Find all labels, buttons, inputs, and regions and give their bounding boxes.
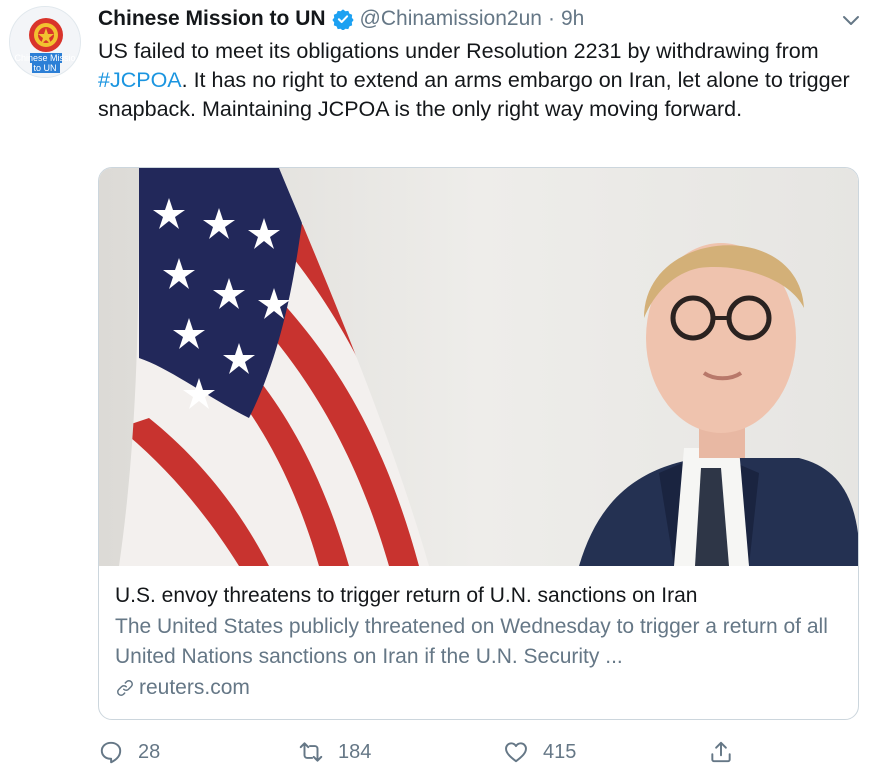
handle[interactable]: @Chinamission2un <box>360 7 542 31</box>
hashtag-link[interactable]: #JCPOA <box>98 68 182 92</box>
separator: · <box>547 7 555 30</box>
avatar-label-line2: to UN <box>33 63 57 73</box>
like-icon <box>505 742 527 763</box>
reply-icon <box>100 741 122 764</box>
avatar[interactable]: Chinese Missio to UN <box>9 6 81 78</box>
card-body: U.S. envoy threatens to trigger return o… <box>115 582 845 700</box>
tweet-text-part2: . It has no right to extend an arms emba… <box>98 68 850 121</box>
reply-button[interactable]: 28 <box>98 735 160 769</box>
tweet-actions: 28 184 415 <box>98 735 868 769</box>
card-domain-text: reuters.com <box>139 676 250 699</box>
link-icon <box>117 680 133 696</box>
timestamp[interactable]: 9h <box>561 7 584 31</box>
tweet-header: Chinese Mission to UN @Chinamission2un ·… <box>98 6 584 32</box>
card-domain: reuters.com <box>115 676 845 700</box>
chevron-down-icon[interactable] <box>839 8 863 32</box>
retweet-count: 184 <box>338 740 372 763</box>
display-name[interactable]: Chinese Mission to UN <box>98 7 326 31</box>
share-icon <box>711 741 731 763</box>
reply-count: 28 <box>138 740 161 763</box>
like-count: 415 <box>543 740 577 763</box>
verified-badge-icon <box>331 9 354 30</box>
link-card[interactable]: U.S. envoy threatens to trigger return o… <box>98 167 859 720</box>
retweet-button[interactable]: 184 <box>298 735 371 769</box>
retweet-icon <box>299 742 323 762</box>
card-title[interactable]: U.S. envoy threatens to trigger return o… <box>115 582 845 610</box>
avatar-label-line1: Chinese Missio <box>14 53 76 63</box>
card-image <box>99 168 858 566</box>
tweet-text-part1: US failed to meet its obligations under … <box>98 39 819 63</box>
like-button[interactable]: 415 <box>503 735 576 769</box>
tweet-text: US failed to meet its obligations under … <box>98 37 868 124</box>
card-description: The United States publicly threatened on… <box>115 615 828 668</box>
share-button[interactable] <box>708 735 748 769</box>
